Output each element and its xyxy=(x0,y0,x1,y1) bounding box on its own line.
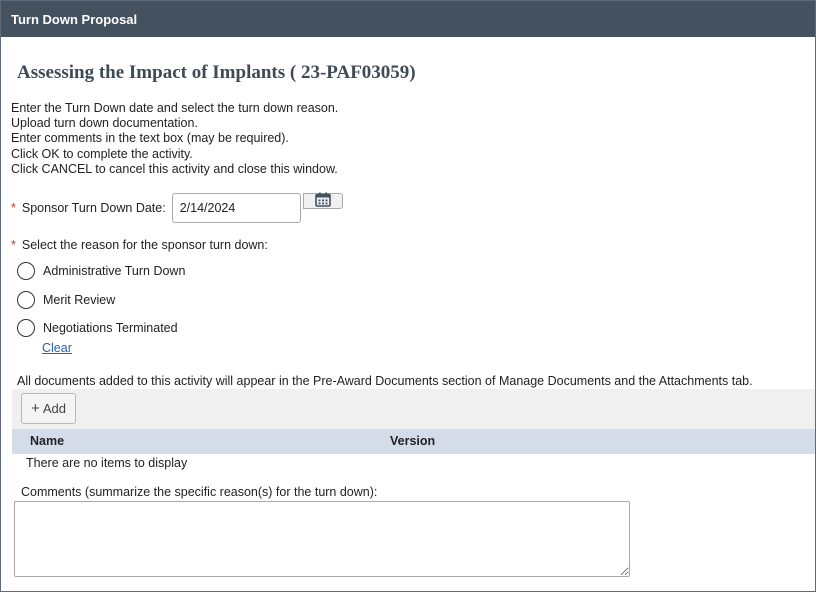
proposal-heading: Assessing the Impact of Implants ( 23-PA… xyxy=(17,62,416,83)
reason-label-text: Select the reason for the sponsor turn d… xyxy=(21,238,268,252)
clear-link[interactable]: Clear xyxy=(42,341,72,355)
dialog-title: Turn Down Proposal xyxy=(11,11,138,27)
turn-down-dialog: Turn Down Proposal Assessing the Impact … xyxy=(0,0,816,592)
documents-toolbar: + Add xyxy=(12,389,815,429)
reason-radio-group: Administrative Turn Down Merit Review Ne… xyxy=(17,257,185,343)
required-marker: * xyxy=(11,238,16,252)
empty-table-message: There are no items to display xyxy=(26,456,188,470)
column-header-version[interactable]: Version xyxy=(390,434,435,448)
reason-option-label: Administrative Turn Down xyxy=(43,264,186,279)
comments-label: Comments (summarize the specific reason(… xyxy=(21,485,378,499)
calendar-button[interactable] xyxy=(302,192,343,210)
instruction-line: Enter comments in the text box (may be r… xyxy=(11,131,289,146)
turn-down-date-input[interactable] xyxy=(171,193,301,223)
documents-note: All documents added to this activity wil… xyxy=(17,374,753,388)
instruction-line: Upload turn down documentation. xyxy=(11,116,198,131)
reason-option-label: Merit Review xyxy=(43,292,116,307)
reason-label: * Select the reason for the sponsor turn … xyxy=(11,238,268,252)
reason-option-label: Negotiations Terminated xyxy=(43,321,178,336)
instruction-line: Enter the Turn Down date and select the … xyxy=(11,101,339,115)
comments-textarea[interactable] xyxy=(14,501,630,577)
radio-button[interactable] xyxy=(17,319,35,338)
radio-button[interactable] xyxy=(17,262,35,281)
add-document-button[interactable]: + Add xyxy=(21,393,76,424)
turn-down-date-label: * Sponsor Turn Down Date: xyxy=(11,201,166,215)
turn-down-date-row: * Sponsor Turn Down Date: xyxy=(11,192,343,223)
dialog-titlebar: Turn Down Proposal xyxy=(1,1,815,37)
radio-button[interactable] xyxy=(17,290,35,309)
turn-down-date-label-text: Sponsor Turn Down Date: xyxy=(21,201,166,215)
reason-option-merit-review[interactable]: Merit Review xyxy=(17,286,185,315)
documents-table-header: Name Version xyxy=(12,429,815,454)
column-header-name[interactable]: Name xyxy=(30,434,64,448)
reason-option-negotiations-terminated[interactable]: Negotiations Terminated xyxy=(17,314,185,343)
instruction-line: Click OK to complete the activity. xyxy=(11,146,193,161)
add-label: Add xyxy=(42,401,66,416)
calendar-icon xyxy=(314,192,331,210)
plus-icon: + xyxy=(31,400,40,417)
instruction-line: Click CANCEL to cancel this activity and… xyxy=(11,161,338,176)
instructions: Enter the Turn Down date and select the … xyxy=(11,101,338,177)
required-marker: * xyxy=(11,201,16,215)
reason-option-administrative[interactable]: Administrative Turn Down xyxy=(17,257,185,286)
